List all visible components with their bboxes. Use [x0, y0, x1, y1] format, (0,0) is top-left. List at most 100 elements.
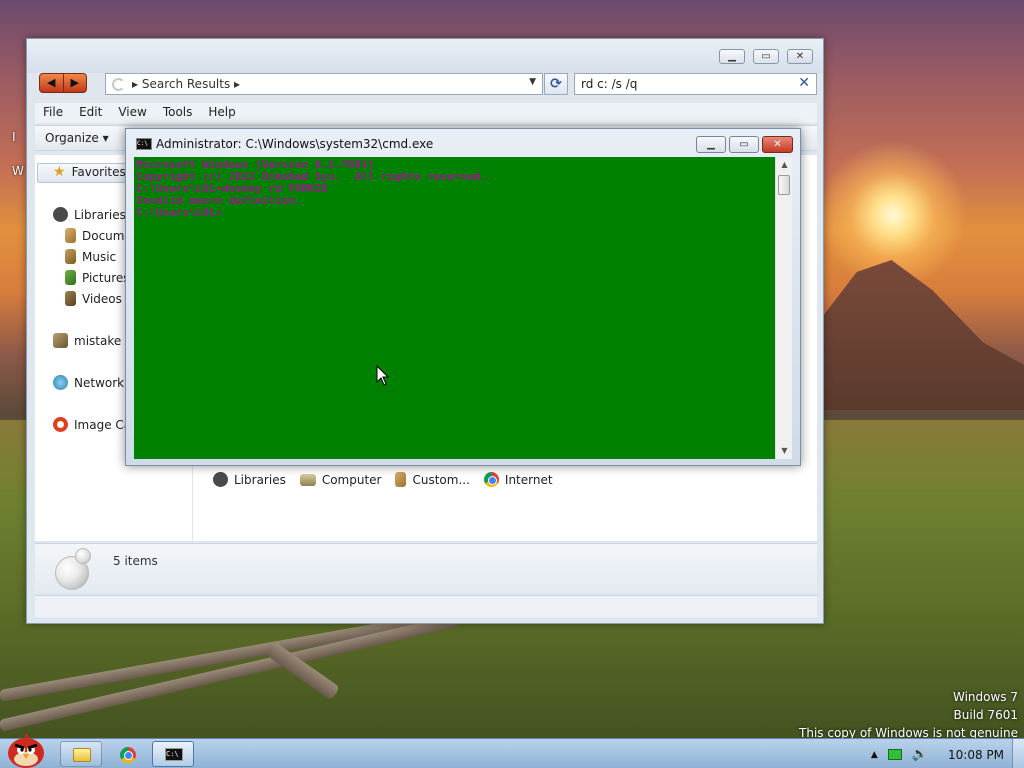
minimize-button[interactable]: ▁: [719, 49, 745, 64]
result-label: Libraries: [234, 472, 286, 487]
result-label: Computer: [321, 472, 382, 487]
clear-search-icon[interactable]: ✕: [798, 75, 810, 91]
show-hidden-icons-icon[interactable]: ▲: [871, 750, 878, 760]
image-catalog-icon: [53, 417, 68, 432]
item-count: 5 items: [113, 554, 158, 568]
console-line: Invalid macro definition.: [136, 194, 302, 207]
folder-icon: [73, 748, 91, 762]
scroll-up-arrow-icon[interactable]: ▲: [776, 157, 793, 173]
search-orb-small-icon: [75, 548, 91, 564]
show-desktop-button[interactable]: [1012, 739, 1024, 768]
organize-label[interactable]: Organize: [45, 131, 99, 145]
taskbar-chrome-button[interactable]: [106, 741, 148, 767]
menu-file[interactable]: File: [35, 103, 71, 123]
computer-icon: [299, 473, 316, 486]
console-line: C:\Users\LOL>: [136, 206, 223, 219]
status-bar: [35, 595, 817, 617]
favorites-label: Favorites: [71, 165, 126, 179]
result-internet[interactable]: Internet: [483, 472, 553, 487]
nav-pictures[interactable]: Pictures: [65, 270, 130, 285]
nav-image-catalog[interactable]: Image Cat: [53, 417, 136, 432]
genuine-watermark: Windows 7 Build 7601 This copy of Window…: [799, 688, 1018, 742]
results-row: Libraries Computer Custom... Internet: [213, 472, 553, 487]
nav-label: Libraries: [74, 207, 126, 222]
network-icon: [53, 375, 68, 390]
cmd-icon: C:\: [165, 748, 183, 761]
libraries-icon: [213, 472, 228, 487]
result-custom[interactable]: Custom...: [395, 472, 470, 487]
address-bar[interactable]: ▸ Search Results ▸ ▼: [105, 73, 543, 95]
loading-spinner-icon: [112, 78, 125, 91]
nav-homegroup[interactable]: mistake: [53, 333, 121, 348]
cmd-title[interactable]: Administrator: C:\Windows\system32\cmd.e…: [156, 137, 433, 151]
battery-icon[interactable]: [887, 749, 902, 760]
nav-network[interactable]: Network: [53, 375, 124, 390]
watermark-line: Build 7601: [953, 708, 1018, 722]
scroll-thumb[interactable]: [778, 175, 790, 195]
nav-label: mistake: [74, 333, 122, 348]
breadcrumb-label[interactable]: Search Results: [142, 77, 230, 91]
close-button[interactable]: ✕: [787, 49, 813, 64]
start-button[interactable]: [4, 731, 48, 768]
cmd-window: C:\ Administrator: C:\Windows\system32\c…: [125, 128, 801, 466]
chevron-down-icon[interactable]: ▼: [529, 77, 536, 87]
clock[interactable]: 10:08 PM: [948, 748, 1004, 762]
cmd-scrollbar[interactable]: ▲ ▼: [775, 157, 792, 459]
taskbar-explorer-button[interactable]: [60, 741, 102, 767]
nav-music[interactable]: Music: [65, 249, 116, 264]
angry-bird-orb-icon: [8, 733, 44, 768]
taskbar: C:\ ▲ 🔊 10:08 PM: [0, 733, 1024, 768]
favorites-row[interactable]: ★ Favorites: [53, 165, 126, 179]
star-icon: ★: [53, 164, 66, 180]
result-computer[interactable]: Computer: [299, 472, 382, 487]
nav-libraries[interactable]: Libraries: [53, 207, 126, 222]
cmd-maximize-button[interactable]: ▭: [729, 136, 759, 153]
nav-videos[interactable]: Videos: [65, 291, 122, 306]
chrome-icon: [483, 472, 499, 487]
volume-icon[interactable]: 🔊: [912, 747, 928, 762]
search-input[interactable]: [581, 77, 781, 91]
taskbar-cmd-button[interactable]: C:\: [152, 741, 194, 767]
nav-label: Music: [82, 249, 117, 264]
refresh-button[interactable]: ⟳: [544, 73, 568, 95]
documents-icon: [65, 228, 76, 243]
console-output[interactable]: Microsoft Windows [Version 6.1.7601] Cop…: [134, 157, 775, 459]
details-pane: 5 items: [35, 543, 817, 593]
maximize-button[interactable]: ▭: [753, 49, 779, 64]
music-icon: [65, 249, 76, 264]
back-forward-buttons[interactable]: ◀ ▶: [39, 73, 87, 93]
breadcrumb[interactable]: ▸ Search Results ▸: [132, 77, 240, 91]
back-arrow-icon[interactable]: ◀: [40, 74, 64, 92]
menu-view[interactable]: View: [110, 103, 154, 123]
organize-button[interactable]: Organize ▾: [45, 131, 109, 145]
search-box[interactable]: ✕: [574, 73, 817, 95]
nav-label: Pictures: [82, 270, 130, 285]
watermark-line: Windows 7: [952, 690, 1018, 704]
scroll-down-arrow-icon[interactable]: ▼: [776, 443, 793, 459]
mouse-cursor-icon: [376, 365, 390, 386]
menu-bar: File Edit View Tools Help: [35, 103, 817, 123]
videos-icon: [65, 291, 76, 306]
menu-help[interactable]: Help: [200, 103, 243, 123]
homegroup-icon: [53, 333, 68, 348]
cmd-close-button[interactable]: ✕: [762, 136, 793, 153]
address-row: ◀ ▶ ▸ Search Results ▸ ▼ ⟳ ✕: [27, 73, 823, 99]
desktop-icon-fragment: I: [12, 130, 16, 144]
nav-documents[interactable]: Docume: [65, 228, 132, 243]
custom-folder-icon: [395, 472, 407, 487]
explorer-titlebar[interactable]: ▁ ▭ ✕: [27, 39, 823, 73]
result-label: Custom...: [412, 472, 470, 487]
menu-tools[interactable]: Tools: [155, 103, 201, 123]
menu-edit[interactable]: Edit: [71, 103, 110, 123]
cmd-minimize-button[interactable]: ▁: [696, 136, 726, 153]
result-libraries[interactable]: Libraries: [213, 472, 286, 487]
result-label: Internet: [504, 472, 553, 487]
cmd-window-icon: C:\: [136, 138, 152, 150]
libraries-icon: [53, 207, 68, 222]
nav-label: Videos: [82, 291, 122, 306]
forward-arrow-icon[interactable]: ▶: [64, 74, 87, 92]
pictures-icon: [65, 270, 76, 285]
nav-label: Network: [74, 375, 125, 390]
chrome-icon: [120, 747, 136, 763]
desktop-icon-fragment: W: [12, 164, 24, 178]
